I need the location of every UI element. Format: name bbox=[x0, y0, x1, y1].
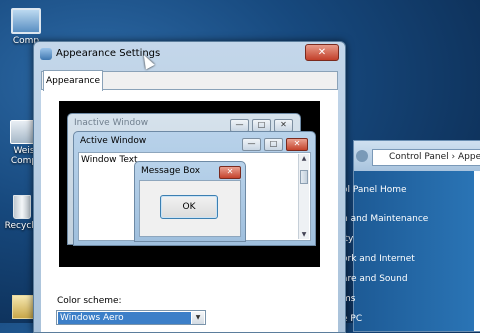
sidebar-item-system[interactable]: n and Maintenance bbox=[342, 214, 428, 224]
inactive-window-title: Inactive Window bbox=[74, 118, 149, 128]
maximize-icon: □ bbox=[264, 138, 283, 151]
scroll-up-arrow-icon[interactable]: ▲ bbox=[299, 154, 309, 163]
message-box-title: Message Box bbox=[141, 166, 201, 176]
close-icon: ✕ bbox=[219, 166, 241, 179]
vertical-scrollbar[interactable]: ▲ ▼ bbox=[298, 154, 309, 239]
control-panel-sidebar: ol Panel Home n and Maintenance ity ork … bbox=[342, 171, 474, 331]
color-scheme-selected-value: Windows Aero bbox=[58, 312, 191, 324]
computer-icon bbox=[11, 8, 41, 34]
control-panel-window[interactable]: Control Panel › Appea ol Panel Home n an… bbox=[342, 140, 480, 332]
tab-appearance[interactable]: Appearance bbox=[43, 70, 103, 91]
control-panel-toolbar: Control Panel › Appea bbox=[354, 141, 480, 171]
chevron-down-icon[interactable]: ▼ bbox=[192, 312, 204, 324]
close-icon: ✕ bbox=[286, 138, 308, 151]
minimize-icon: — bbox=[242, 138, 261, 151]
recycle-bin-icon bbox=[13, 195, 31, 219]
scroll-down-arrow-icon[interactable]: ▼ bbox=[299, 230, 309, 239]
close-button[interactable]: ✕ bbox=[305, 44, 339, 61]
address-bar[interactable]: Control Panel › Appea bbox=[372, 149, 480, 166]
window-icon bbox=[40, 48, 52, 60]
color-scheme-label: Color scheme: bbox=[57, 296, 122, 306]
control-panel-content bbox=[474, 171, 480, 331]
back-arrow-icon[interactable] bbox=[356, 150, 368, 162]
window-text: Window Text bbox=[81, 155, 138, 165]
sidebar-item-hardware[interactable]: are and Sound bbox=[342, 274, 408, 284]
active-window-title: Active Window bbox=[80, 136, 147, 146]
sidebar-item-network[interactable]: ork and Internet bbox=[342, 254, 415, 264]
sidebar-item-home[interactable]: ol Panel Home bbox=[342, 185, 407, 195]
scrollbar-thumb[interactable] bbox=[300, 170, 308, 184]
ok-button[interactable]: OK bbox=[160, 195, 218, 219]
